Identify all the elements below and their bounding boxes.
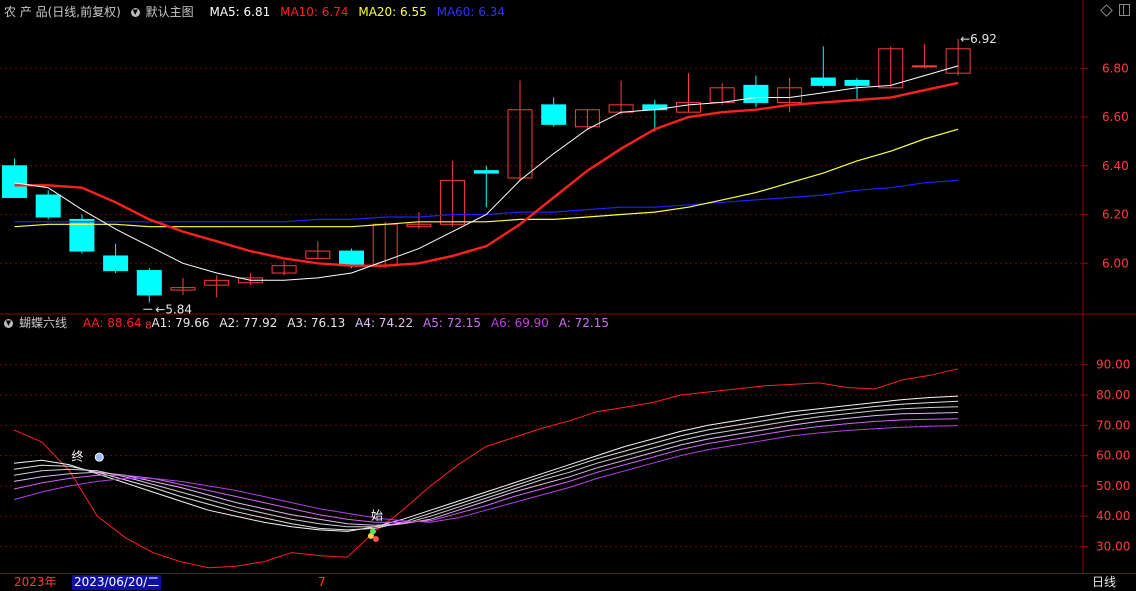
a4-value: A4: 74.22 <box>355 316 414 330</box>
cursor-date-label: 2023/06/20/二 <box>72 575 162 590</box>
main-tick-label: 6.40 <box>1102 159 1129 173</box>
split-window-icon[interactable] <box>1119 4 1130 16</box>
sub-tick-label: 60.00 <box>1096 449 1130 463</box>
a6-value: A6: 69.90 <box>490 316 549 330</box>
ma10-value: MA10: 6.74 <box>280 5 349 19</box>
series-aa-line <box>13 368 959 569</box>
year-label: 2023年 <box>14 575 57 589</box>
series-a4-line <box>13 412 959 526</box>
main-tick-label: 6.00 <box>1102 256 1129 270</box>
high-price-label: ←6.92 <box>960 32 997 46</box>
chart-window-controls <box>1100 4 1130 17</box>
candle-down <box>541 104 567 125</box>
dropdown-icon: ▼ <box>130 8 140 17</box>
series-a1-line <box>13 395 959 532</box>
a3-value: A3: 76.13 <box>287 316 346 330</box>
stock-title: 农 产 品(日线,前复权) <box>4 5 121 19</box>
candle-down <box>2 165 27 198</box>
candle-down <box>35 194 61 218</box>
series-a3-line <box>13 406 959 528</box>
stock-chart[interactable]: 6.006.206.406.606.80←5.848←6.9230.0040.0… <box>0 0 1136 590</box>
sub-tick-label: 30.00 <box>1096 540 1130 554</box>
sub-tick-label: 80.00 <box>1096 388 1130 402</box>
start-marker-label: 始 <box>371 508 383 522</box>
candle-up <box>911 65 937 68</box>
series-a5-line <box>13 418 959 523</box>
candle-down <box>339 250 364 267</box>
indicator-title: 蝴蝶六线 <box>19 316 68 330</box>
candle-down <box>810 77 836 86</box>
end-marker-label: 终 <box>72 449 84 464</box>
ma5-value: MA5: 6.81 <box>209 5 271 19</box>
main-chart-selector[interactable]: ▼ 默认主图 <box>130 5 200 19</box>
cup-icon <box>94 452 104 462</box>
a2-value: A2: 77.92 <box>219 316 278 330</box>
sub-tick-label: 40.00 <box>1096 509 1130 523</box>
candle-down <box>473 170 499 174</box>
candle-down <box>136 270 162 296</box>
a5-value: A5: 72.15 <box>423 316 482 330</box>
time-axis-bar: 2023年 2023/06/20/二 7 日线 <box>0 573 1136 591</box>
main-tick-label: 6.60 <box>1102 110 1129 124</box>
ma20-value: MA20: 6.55 <box>358 5 427 19</box>
candle-down <box>743 84 769 103</box>
dropdown-icon: ▼ <box>4 319 13 328</box>
candle-down <box>103 255 129 272</box>
month-label: 7 <box>318 575 326 589</box>
candle-down <box>844 79 870 86</box>
series-a6-line <box>13 425 959 523</box>
ma60-value: MA60: 6.34 <box>436 5 506 19</box>
a-value: A: 72.15 <box>558 316 609 330</box>
period-label[interactable]: 日线 <box>1092 575 1116 590</box>
main-tick-label: 6.20 <box>1102 208 1129 222</box>
flower-icon <box>372 535 379 542</box>
main-chart-header: 农 产 品(日线,前复权) ▼ 默认主图 MA5: 6.81 MA10: 6.74… <box>4 4 511 20</box>
indicator-header: ▼ 蝴蝶六线 AA: 88.64 A1: 79.66 A2: 77.92 A3: … <box>4 315 615 331</box>
sub-tick-label: 70.00 <box>1096 418 1130 432</box>
indicator-selector[interactable]: ▼ 蝴蝶六线 <box>4 316 73 330</box>
a1-value: A1: 79.66 <box>151 316 210 330</box>
aa-value: AA: 88.64 <box>82 316 142 330</box>
diamond-icon[interactable] <box>1100 4 1113 17</box>
main-tick-label: 6.80 <box>1102 61 1129 75</box>
flower-icon <box>369 528 376 535</box>
sub-tick-label: 50.00 <box>1096 479 1130 493</box>
main-chart-label: 默认主图 <box>145 5 194 19</box>
sub-tick-label: 90.00 <box>1096 358 1130 372</box>
